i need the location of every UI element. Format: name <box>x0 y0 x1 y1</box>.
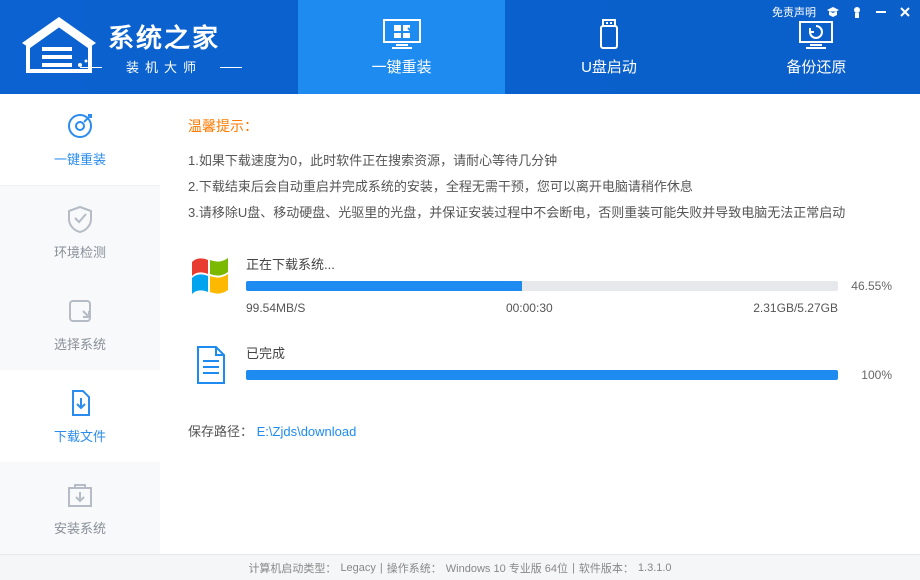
close-icon[interactable] <box>898 5 912 19</box>
sidebar-item-reinstall[interactable]: 一键重装 <box>0 94 160 186</box>
usb-icon <box>589 18 629 50</box>
install-icon <box>65 480 95 510</box>
boot-type-label: 计算机启动类型： <box>248 560 336 576</box>
complete-status-label: 已完成 <box>246 343 892 362</box>
monitor-icon <box>382 18 422 50</box>
sidebar-item-select-system[interactable]: 选择系统 <box>0 278 160 370</box>
logo-title: 系统之家 <box>108 18 220 55</box>
settings-icon[interactable] <box>850 5 864 19</box>
tip-line-3: 3.请移除U盘、移动硬盘、光驱里的光盘，并保证安装过程中不会断电，否则重装可能失… <box>188 200 892 226</box>
shield-icon <box>65 204 95 234</box>
download-system-block: 正在下载系统... 46.55% 99.54MB/S 00:00:30 2.31… <box>188 254 892 315</box>
sidebar-item-download[interactable]: 下载文件 <box>0 370 160 462</box>
sidebar-label: 下载文件 <box>54 426 106 445</box>
graduation-icon[interactable] <box>826 5 840 19</box>
download-size: 2.31GB/5.27GB <box>753 301 838 315</box>
save-path-value[interactable]: E:\Zjds\download <box>257 424 357 439</box>
os-value: Windows 10 专业版 64位 <box>446 560 568 576</box>
save-path-label: 保存路径： <box>188 424 253 439</box>
target-icon <box>65 111 95 141</box>
download-elapsed: 00:00:30 <box>506 301 553 315</box>
sidebar-item-install[interactable]: 安装系统 <box>0 462 160 554</box>
download-percent: 46.55% <box>846 279 892 293</box>
complete-progress-fill <box>246 370 838 380</box>
disclaimer-link[interactable]: 免责声明 <box>772 4 816 20</box>
tab-label: U盘启动 <box>581 56 637 77</box>
download-status-label: 正在下载系统... <box>246 254 892 273</box>
sidebar-label: 选择系统 <box>54 334 106 353</box>
header: 系统之家 装机大师 一键重装 U盘启动 <box>0 0 920 94</box>
download-complete-block: 已完成 100% <box>188 343 892 387</box>
backup-icon <box>796 18 836 50</box>
select-icon <box>65 296 95 326</box>
complete-progress-bar <box>246 370 838 380</box>
app-logo-icon <box>18 17 100 77</box>
sidebar-label: 一键重装 <box>54 149 106 168</box>
download-speed: 99.54MB/S <box>246 301 305 315</box>
download-file-icon <box>65 388 95 418</box>
logo-subtitle: 装机大师 <box>108 57 220 76</box>
tip-line-2: 2.下载结束后会自动重启并完成系统的安装，全程无需干预，您可以离开电脑请稍作休息 <box>188 174 892 200</box>
separator: | <box>380 562 383 574</box>
os-label: 操作系统： <box>387 560 442 576</box>
minimize-icon[interactable] <box>874 5 888 19</box>
logo-area: 系统之家 装机大师 <box>0 0 298 94</box>
download-progress-bar <box>246 281 838 291</box>
version-label: 软件版本： <box>579 560 634 576</box>
save-path-row: 保存路径： E:\Zjds\download <box>188 421 892 440</box>
complete-percent: 100% <box>846 368 892 382</box>
sidebar-item-env-check[interactable]: 环境检测 <box>0 186 160 278</box>
tab-usb-boot[interactable]: U盘启动 <box>505 0 712 94</box>
boot-type-value: Legacy <box>340 562 375 574</box>
tab-label: 一键重装 <box>372 56 432 77</box>
tab-reinstall[interactable]: 一键重装 <box>298 0 505 94</box>
tab-label: 备份还原 <box>786 56 846 77</box>
sidebar-label: 环境检测 <box>54 242 106 261</box>
footer: 计算机启动类型： Legacy | 操作系统： Windows 10 专业版 6… <box>0 554 920 580</box>
tip-line-1: 1.如果下载速度为0，此时软件正在搜索资源，请耐心等待几分钟 <box>188 148 892 174</box>
version-value: 1.3.1.0 <box>638 562 672 574</box>
separator: | <box>572 562 575 574</box>
document-icon <box>188 343 232 387</box>
download-progress-fill <box>246 281 522 291</box>
windows-logo-icon <box>188 254 232 298</box>
main-content: 温馨提示： 1.如果下载速度为0，此时软件正在搜索资源，请耐心等待几分钟 2.下… <box>160 94 920 554</box>
titlebar-controls: 免责声明 <box>772 4 912 20</box>
tips-title: 温馨提示： <box>188 116 892 136</box>
sidebar-label: 安装系统 <box>54 518 106 537</box>
sidebar: 一键重装 环境检测 选择系统 下载文件 安装系统 <box>0 94 160 554</box>
